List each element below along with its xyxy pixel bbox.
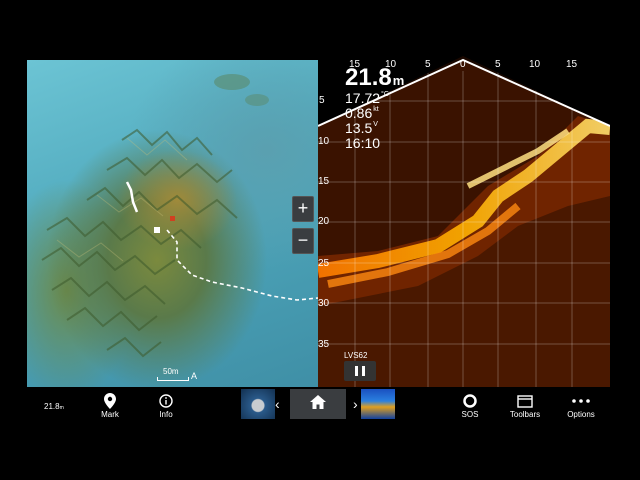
waypoint-icon — [170, 216, 175, 221]
toolbars-button[interactable]: Toolbars — [505, 392, 545, 419]
home-button[interactable] — [290, 389, 346, 419]
north-arrow-icon: A — [191, 371, 198, 381]
speed-readout: 0.86kt — [345, 105, 379, 121]
sos-label: SOS — [461, 410, 479, 419]
voltage-readout: 13.5V — [345, 120, 378, 136]
chart-map-pane[interactable]: 50m A — [27, 60, 318, 387]
zoom-out-button[interactable]: − — [292, 228, 314, 254]
map-scale-bar — [157, 377, 189, 381]
home-icon — [309, 394, 327, 415]
depth-tick: 35 — [318, 339, 330, 350]
depth-tick: 20 — [318, 216, 330, 227]
map-terrain — [41, 74, 318, 358]
range-tick: 5 — [425, 59, 431, 70]
zoom-in-button[interactable]: + — [292, 196, 314, 222]
depth-tick: 25 — [318, 258, 330, 269]
chevron-left-icon[interactable]: ‹ — [275, 396, 280, 412]
range-tick: 15 — [566, 59, 578, 70]
range-tick: 5 — [495, 59, 501, 70]
depth-databox[interactable]: 21.8m — [44, 402, 64, 411]
depth-tick: 10 — [318, 136, 330, 147]
range-tick: 10 — [529, 59, 541, 70]
depth-tick: 5 — [319, 95, 325, 106]
lifebuoy-icon — [450, 392, 490, 410]
app-thumbnail-fishfinder[interactable] — [361, 389, 395, 419]
depth-tick: 15 — [318, 176, 330, 187]
info-icon — [146, 392, 186, 410]
toolbars-label: Toolbars — [509, 410, 541, 419]
sos-button[interactable]: SOS — [450, 392, 490, 419]
options-button[interactable]: Options — [561, 392, 601, 419]
pause-button[interactable] — [344, 361, 376, 381]
info-button[interactable]: Info — [146, 392, 186, 419]
pause-icon — [355, 366, 358, 376]
map-scale-label: 50m — [163, 367, 179, 376]
time-readout: 16:10 — [345, 135, 381, 151]
depth-readout: 21.8m — [345, 64, 405, 91]
chevron-right-icon[interactable]: › — [353, 396, 358, 412]
transducer-label: LVS62 — [344, 351, 368, 360]
window-icon — [505, 392, 545, 410]
app-thumbnail-sonar-boat[interactable] — [241, 389, 275, 419]
temperature-readout: 17.72°C — [345, 90, 389, 106]
mark-button[interactable]: Mark — [90, 392, 130, 419]
map-pin-icon — [90, 392, 130, 410]
range-tick: 0 — [460, 59, 466, 70]
info-label: Info — [159, 410, 173, 419]
options-label: Options — [567, 410, 595, 419]
sonar-data-readout: 21.8m 17.72°C 0.86kt 13.5V 16:10 — [345, 64, 405, 151]
depth-tick: 30 — [318, 298, 330, 309]
bottom-toolbar: 21.8m Mark Info ‹ › SOS Toolbars Options — [0, 388, 640, 433]
more-icon — [561, 392, 601, 410]
mark-label: Mark — [101, 410, 119, 419]
vessel-icon — [154, 227, 160, 233]
